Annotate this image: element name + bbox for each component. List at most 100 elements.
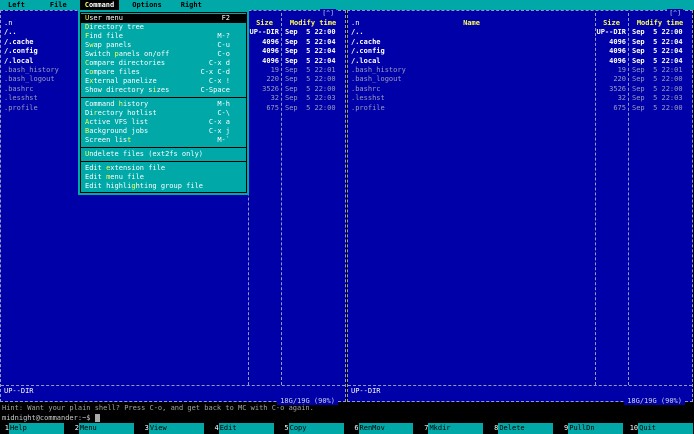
menu-shortcut [230,164,242,173]
sort-indicator: .n [351,19,360,27]
menu-shortcut: C-x j [208,127,230,135]
menu-shortcut [230,182,242,191]
menu-item-find-file[interactable]: Find file M-? [81,32,246,41]
file-mtime: Sep 5 22:00 [285,84,336,93]
panel-collapse-marker[interactable]: [^] [667,9,683,17]
menu-item-command-history[interactable]: Command history M-h [81,100,246,109]
column-header-mtime[interactable]: Modify time [628,19,692,28]
fkey-copy[interactable]: 5 Copy [280,423,344,434]
sort-indicator: .n [4,19,13,27]
file-name: .profile [351,103,385,112]
fkey-delete[interactable]: 8 Delete [489,423,554,434]
menu-item-swap-panels[interactable]: Swap panels C-u [81,41,246,50]
file-mtime: Sep 5 22:00 [285,103,336,112]
menu-shortcut: M-h [217,100,230,108]
column-header-row: .nName Size Modify time [348,19,692,28]
file-mtime: Sep 5 22:04 [285,56,336,65]
file-row[interactable]: .bashrc 3526 Sep 5 22:00 [348,85,692,94]
fkey-pulldn[interactable]: 9 PullDn [559,423,624,434]
mc-terminal-screen: Left File Command Options Right [^] .nNa… [0,0,694,434]
menu-item-compare-directories[interactable]: Compare directories C-x d [81,59,246,68]
file-mtime: Sep 5 22:01 [632,65,683,74]
file-mtime: Sep 5 22:00 [632,75,683,84]
file-mtime: Sep 5 22:03 [285,94,336,103]
menu-item-show-directory-sizes[interactable]: Show directory sizes C-Space [81,86,246,95]
menu-shortcut: C-Space [200,86,230,94]
menu-bar: Left File Command Options Right [0,0,694,10]
file-row[interactable]: .bash_logout 220 Sep 5 22:00 [348,75,692,84]
menu-item-screen-list[interactable]: Screen list M-` [81,136,246,145]
menu-item-directory-tree[interactable]: Directory tree [81,23,246,32]
file-size: 220 [266,75,279,84]
file-mtime: Sep 5 22:01 [285,65,336,74]
file-name: /.config [351,47,385,56]
menu-item-edit-highlighting-group-file[interactable]: Edit highlighting group file [81,182,246,191]
file-name: .bashrc [351,84,381,93]
menu-item-switch-panels-on-off[interactable]: Switch panels on/off C-o [81,50,246,59]
menu-item-external-panelize[interactable]: External panelize C-x ! [81,77,246,86]
menu-shortcut: M-` [217,136,230,144]
column-header-size[interactable]: Size [595,19,628,28]
dropdown-frame: User menu F2 Directory tree Find file M-? … [80,12,247,193]
column-header-size[interactable]: Size [248,19,281,28]
file-mtime: Sep 5 22:00 [632,84,683,93]
file-name: .bash_logout [351,75,402,84]
file-size: UP--DIR [249,28,279,37]
file-row[interactable]: .lesshst 32 Sep 5 22:03 [348,94,692,103]
menubar-item-right[interactable]: Right [177,0,206,10]
file-row[interactable]: /.local 4096 Sep 5 22:04 [348,57,692,66]
mini-status: UP--DIR [4,387,34,395]
fkey-help[interactable]: 1 Help [0,423,64,434]
file-mtime: Sep 5 22:04 [285,47,336,56]
menu-item-directory-hotlist[interactable]: Directory hotlist C-\ [81,109,246,118]
file-panel-right: [^] .n Name Size Modify time /.. UP--DIR Se… [347,9,693,405]
file-size: 4096 [609,47,626,56]
file-size: 4096 [262,47,279,56]
file-name: /.. [351,28,364,37]
command-dropdown-menu: User menu F2 Directory tree Find file M-? … [78,10,249,195]
file-size: 32 [270,94,279,103]
column-header-name[interactable]: .nName [348,19,595,28]
ministatus-separator [1,385,345,386]
menu-shortcut: F2 [221,14,230,22]
file-mtime: Sep 5 22:00 [285,75,336,84]
fkey-edit[interactable]: 4 Edit [210,423,274,434]
menu-item-edit-menu-file[interactable]: Edit menu file [81,173,246,182]
menu-item-compare-files[interactable]: Compare files C-x C-d [81,68,246,77]
file-mtime: Sep 5 22:00 [285,28,336,37]
file-row[interactable]: .bash_history 19 Sep 5 22:01 [348,66,692,75]
menu-shortcut: M-? [217,32,230,40]
menu-separator [80,145,247,150]
fkey-menu[interactable]: 2 Menu [70,423,134,434]
file-row[interactable]: /.. UP--DIR Sep 5 22:00 [348,28,692,37]
menubar-item-file[interactable]: File [46,0,71,10]
menu-shortcut: C-u [217,41,230,49]
file-row[interactable]: /.config 4096 Sep 5 22:04 [348,47,692,56]
shell-command-line[interactable]: midnight@commander:~$ [2,413,100,423]
fkey-renmov[interactable]: 6 RenMov [350,423,414,434]
fkey-quit[interactable]: 10 Quit [629,423,694,434]
menu-shortcut [230,150,242,159]
fkey-mkdir[interactable]: 7 Mkdir [419,423,484,434]
menubar-item-left[interactable]: Left [4,0,29,10]
file-row[interactable]: /.cache 4096 Sep 5 22:04 [348,38,692,47]
column-header-mtime[interactable]: Modify time [281,19,345,28]
file-size: 4096 [609,37,626,46]
shell-prompt: midnight@commander:~$ [2,414,91,422]
panel-collapse-marker[interactable]: [^] [320,9,336,17]
file-size: 4096 [609,56,626,65]
disk-free-indicator: 18G/19G (90%) [624,397,685,405]
menubar-item-command-selected[interactable]: Command [79,0,120,10]
menu-item-active-vfs-list[interactable]: Active VFS list C-x a [81,118,246,127]
menu-item-edit-extension-file[interactable]: Edit extension file [81,164,246,173]
menu-item-user-menu[interactable]: User menu F2 [81,14,246,23]
file-row[interactable]: .profile 675 Sep 5 22:00 [348,104,692,113]
fkey-view[interactable]: 3 View [140,423,204,434]
menu-item-undelete-files[interactable]: Undelete files (ext2fs only) [81,150,246,159]
file-mtime: Sep 5 22:03 [632,94,683,103]
file-size: 4096 [262,56,279,65]
menu-item-background-jobs[interactable]: Background jobs C-x j [81,127,246,136]
menu-shortcut [230,173,242,182]
menubar-item-options[interactable]: Options [128,0,166,10]
hint-line: Hint: Want your plain shell? Press C-o, … [2,404,314,412]
